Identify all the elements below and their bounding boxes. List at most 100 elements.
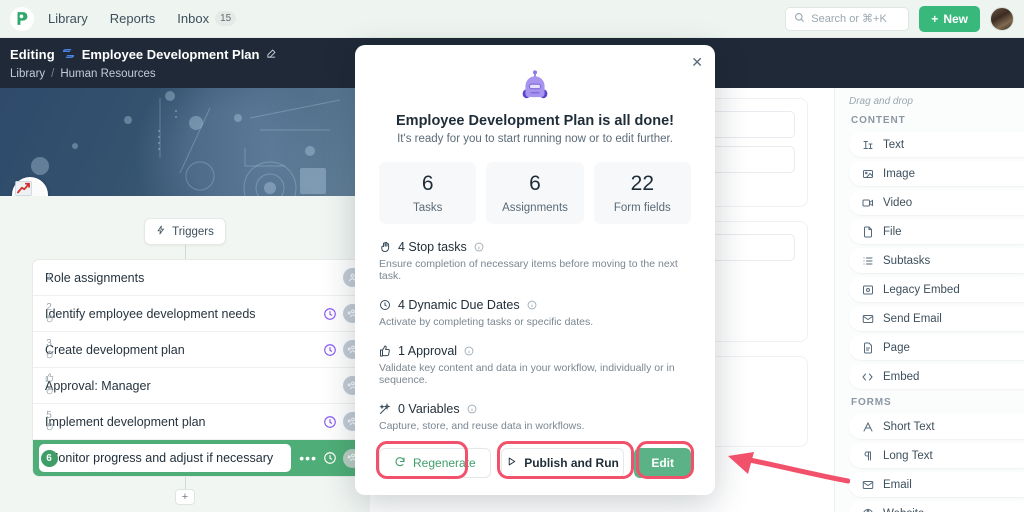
nav-link-inbox[interactable]: Inbox 15 xyxy=(177,11,237,26)
task-gutter: 2 xyxy=(33,296,65,331)
info-icon[interactable] xyxy=(464,346,474,356)
stop-hand-icon xyxy=(45,386,54,398)
task-row[interactable]: 2 Identify employee development needs xyxy=(33,296,370,332)
sidebar-item-label: Legacy Embed xyxy=(883,283,960,296)
user-avatar[interactable] xyxy=(990,6,1014,31)
workflow-pane: Triggers 1 Role assignments 2 Identify e… xyxy=(0,88,370,512)
task-name-input[interactable]: Monitor progress and adjust if necessary xyxy=(39,444,292,472)
task-row[interactable]: 3 Create development plan xyxy=(33,332,370,368)
regenerate-button[interactable]: Regenerate xyxy=(379,448,491,478)
page-icon xyxy=(861,342,874,354)
task-name: Implement development plan xyxy=(45,414,206,429)
drag-and-drop-hint: Drag and drop xyxy=(849,96,913,107)
section-title-content: CONTENT xyxy=(851,115,906,126)
triggers-row: Triggers xyxy=(0,218,370,245)
sidebar-item-image[interactable]: Image xyxy=(849,161,1024,186)
globe-icon xyxy=(861,508,874,512)
connector-line-bottom xyxy=(184,477,186,489)
pencil-square-icon[interactable] xyxy=(266,48,277,62)
modal-action-buttons: Regenerate Publish and Run Edit xyxy=(379,448,691,478)
magic-wand-icon xyxy=(379,403,391,415)
add-task-button[interactable]: + xyxy=(175,489,195,505)
triggers-button[interactable]: Triggers xyxy=(144,218,226,245)
breadcrumb-separator: / xyxy=(51,68,55,80)
stat-value: 6 xyxy=(421,172,434,195)
workflow-cover-image xyxy=(0,88,370,196)
sidebar-item-embed[interactable]: Embed xyxy=(849,364,1024,389)
feature-title: 4 Stop tasks xyxy=(398,240,467,254)
sidebar-item-send-email[interactable]: Send Email xyxy=(849,306,1024,331)
editing-label: Editing xyxy=(10,47,55,62)
task-row[interactable]: 1 Role assignments xyxy=(33,260,370,296)
feature-description: Capture, store, and reuse data in workfl… xyxy=(379,420,585,432)
breadcrumb-item-human-resources[interactable]: Human Resources xyxy=(60,68,155,80)
sidebar-item-website[interactable]: Website xyxy=(849,501,1024,512)
sidebar-item-file[interactable]: File xyxy=(849,219,1024,244)
close-icon[interactable]: ✕ xyxy=(691,55,703,69)
publish-and-run-button[interactable]: Publish and Run xyxy=(500,448,625,478)
sidebar-item-text[interactable]: Text xyxy=(849,132,1024,157)
sidebar-item-video[interactable]: Video xyxy=(849,190,1024,215)
task-row-selected[interactable]: 6 Monitor progress and adjust if necessa… xyxy=(33,440,370,476)
sidebar-item-long-text[interactable]: Long Text xyxy=(849,443,1024,468)
task-gutter: 1 xyxy=(33,260,65,295)
clock-icon[interactable] xyxy=(323,307,337,321)
task-row[interactable]: 5 Implement development plan xyxy=(33,404,370,440)
info-icon[interactable] xyxy=(467,404,477,414)
sidebar-item-page[interactable]: Page xyxy=(849,335,1024,360)
ellipsis-icon[interactable]: ••• xyxy=(299,451,317,465)
info-icon[interactable] xyxy=(527,300,537,310)
bonsai-logo-icon[interactable] xyxy=(10,6,34,31)
feature-description: Validate key content and data in your wo… xyxy=(379,362,675,386)
feature-header: 0 Variables xyxy=(379,402,691,416)
stat-label: Assignments xyxy=(502,202,568,214)
search-input[interactable]: Search or ⌘+K xyxy=(785,6,910,31)
sidebar-item-label: Image xyxy=(883,167,915,180)
section-title-forms: FORMS xyxy=(851,397,892,408)
clock-icon[interactable] xyxy=(323,343,337,357)
envelope-icon xyxy=(861,313,874,325)
envelope-icon xyxy=(861,479,874,491)
modal-subheading: It's ready for you to start running now … xyxy=(397,133,673,145)
modal-heading: Employee Development Plan is all done! xyxy=(396,113,674,129)
sidebar-item-email[interactable]: Email xyxy=(849,472,1024,497)
workflow-complete-modal: ✕ Employee Development Plan is all done!… xyxy=(355,45,715,495)
nav-label: Inbox xyxy=(177,11,210,26)
info-icon[interactable] xyxy=(474,242,484,252)
sidebar-item-label: Email xyxy=(883,478,912,491)
sidebar-item-short-text[interactable]: Short Text xyxy=(849,414,1024,439)
image-icon xyxy=(861,168,874,180)
clock-icon[interactable] xyxy=(323,415,337,429)
paragraph-icon xyxy=(861,450,874,462)
feature-stop-tasks: 4 Stop tasks Ensure completion of necess… xyxy=(379,240,691,282)
feature-variables: 0 Variables Capture, store, and reuse da… xyxy=(379,402,691,432)
search-icon xyxy=(794,12,805,26)
regenerate-label: Regenerate xyxy=(413,456,476,470)
nav-link-reports[interactable]: Reports xyxy=(110,11,156,26)
breadcrumb-item-library[interactable]: Library xyxy=(10,68,45,80)
task-name: Monitor progress and adjust if necessary xyxy=(48,451,274,465)
clock-icon[interactable] xyxy=(323,451,337,465)
robot-icon xyxy=(379,69,691,105)
task-row[interactable]: Approval: Manager xyxy=(33,368,370,404)
refresh-icon xyxy=(394,456,406,471)
play-icon xyxy=(506,456,517,470)
feature-dynamic-due-dates: 4 Dynamic Due Dates Activate by completi… xyxy=(379,298,691,328)
text-format-icon xyxy=(861,139,874,151)
feature-title: 1 Approval xyxy=(398,344,458,358)
inbox-badge: 15 xyxy=(215,11,237,26)
sidebar-item-subtasks[interactable]: Subtasks xyxy=(849,248,1024,273)
top-navigation-bar: Library Reports Inbox 15 Search or ⌘+K +… xyxy=(0,0,1024,38)
nav-link-library[interactable]: Library xyxy=(48,11,88,26)
sidebar-item-label: Website xyxy=(883,508,924,512)
new-button-label: New xyxy=(943,11,968,26)
sidebar-item-legacy-embed[interactable]: Legacy Embed xyxy=(849,277,1024,302)
new-button[interactable]: + New xyxy=(919,5,980,32)
nav-right-cluster: Search or ⌘+K + New xyxy=(785,5,1014,32)
nav-label: Library xyxy=(48,11,88,26)
stop-hand-icon xyxy=(379,241,391,253)
edit-button[interactable]: Edit xyxy=(634,448,691,478)
app-root: Library Reports Inbox 15 Search or ⌘+K +… xyxy=(0,0,1024,512)
cover-decoration xyxy=(31,91,341,196)
task-list: 1 Role assignments 2 Identify employee d… xyxy=(32,259,370,477)
